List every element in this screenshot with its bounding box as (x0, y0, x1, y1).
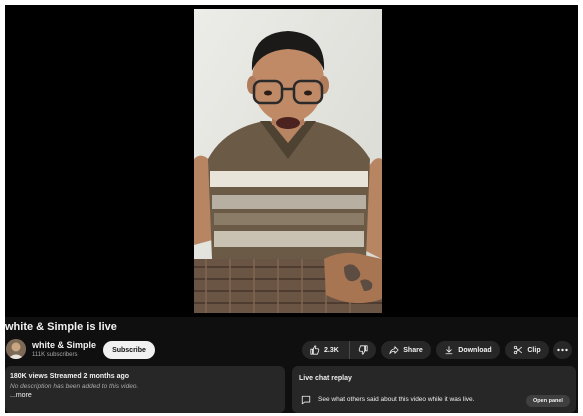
video-player[interactable] (5, 5, 578, 317)
share-button[interactable]: Share (381, 341, 431, 359)
thumbs-down-icon (358, 345, 368, 355)
more-actions-button[interactable] (553, 341, 572, 359)
subscribe-button[interactable]: Subscribe (103, 341, 155, 359)
chat-replay-title: Live chat replay (299, 375, 352, 382)
download-label: Download (458, 346, 492, 354)
more-horizontal-icon (557, 348, 568, 352)
share-arrow-icon (389, 346, 399, 355)
video-frame[interactable] (194, 9, 382, 313)
watch-page: white & Simple is live white & Simple 11… (5, 5, 578, 413)
chat-replay-text: See what others said about this video wh… (318, 396, 475, 403)
avatar-image (6, 339, 26, 359)
description-box[interactable]: 180K views Streamed 2 months ago No desc… (5, 366, 285, 413)
like-button[interactable]: 2.3K (302, 341, 350, 359)
clip-button[interactable]: Clip (505, 341, 549, 359)
download-icon (445, 346, 453, 355)
live-chat-replay-panel: Live chat replay See what others said ab… (292, 366, 576, 413)
download-button[interactable]: Download (436, 341, 500, 359)
description-text: No description has been added to this vi… (10, 383, 139, 390)
channel-name[interactable]: white & Simple (32, 340, 96, 350)
dislike-button[interactable] (350, 341, 376, 359)
description-more-link[interactable]: ...more (10, 392, 280, 399)
video-title: white & Simple is live (5, 321, 117, 333)
subscriber-count: 111K subscribers (32, 352, 78, 358)
like-count: 2.3K (324, 346, 339, 354)
like-dislike-group: 2.3K (302, 341, 376, 359)
thumbs-up-icon (310, 345, 320, 355)
chat-bubble-icon (301, 395, 311, 405)
clip-label: Clip (527, 346, 541, 354)
scissors-icon (514, 345, 523, 355)
share-label: Share (403, 346, 423, 354)
channel-avatar[interactable] (6, 339, 26, 359)
open-panel-button[interactable]: Open panel (526, 395, 570, 407)
video-still-image (194, 9, 382, 313)
view-count-date: 180K views Streamed 2 months ago (10, 373, 130, 380)
